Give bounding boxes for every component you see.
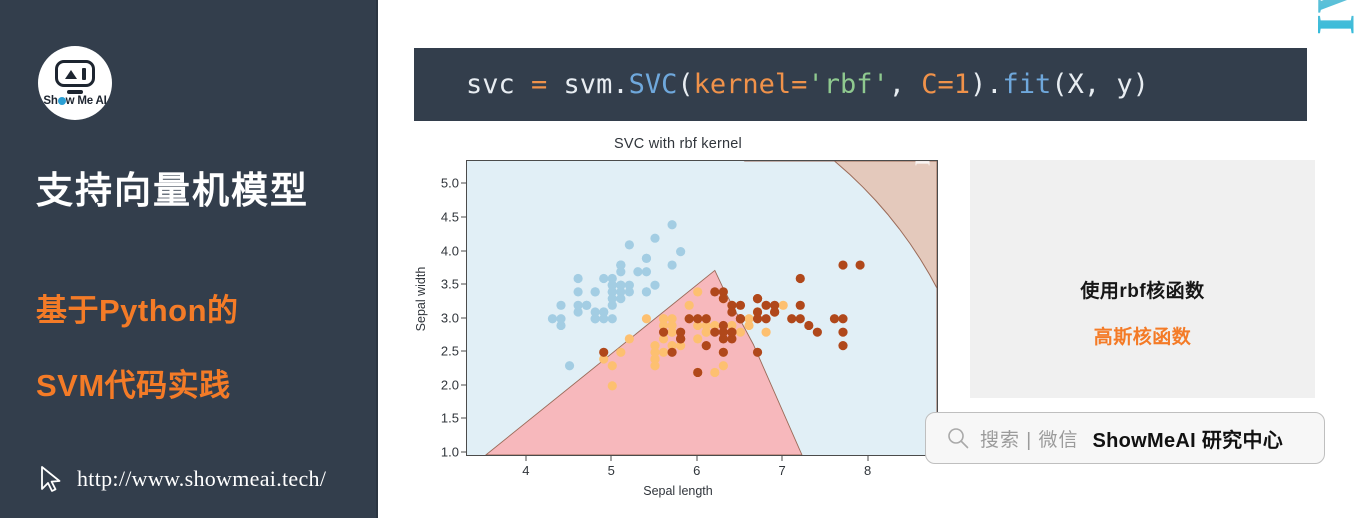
svc-chart: SVC with rbf kernel Sepal width Sepal le… — [398, 132, 958, 514]
y-tick-label: 2.5 — [440, 343, 459, 359]
x-tick-mark — [525, 456, 527, 461]
y-tick-mark — [461, 350, 466, 352]
code-token-12: ). — [970, 69, 1003, 100]
website-link[interactable]: http://www.showmeai.tech/ — [38, 464, 326, 494]
wechat-search-bar[interactable]: 搜索 | 微信 ShowMeAI 研究中心 — [925, 412, 1325, 464]
y-tick-label: 3.5 — [440, 276, 459, 292]
x-tick-label: 7 — [778, 463, 786, 478]
x-tick-label: 5 — [607, 463, 615, 478]
logo-wordmark-a: Sh — [43, 95, 58, 107]
y-tick-mark — [461, 250, 466, 252]
code-token-13: fit — [1002, 69, 1052, 100]
logo-wordmark: Sh w Me AI — [38, 95, 112, 107]
sidebar: Sh w Me AI 支持向量机模型 基于Python的 SVM代码实践 http… — [0, 0, 378, 518]
annotation-line-2: 高斯核函数 — [1093, 327, 1192, 348]
search-icon — [948, 428, 969, 449]
caret-up-icon — [64, 69, 77, 79]
chart-x-axis-label: Sepal length — [643, 484, 713, 498]
code-token-14: (X, y) — [1051, 69, 1149, 100]
page-title: 支持向量机模型 — [36, 170, 309, 211]
y-tick-mark — [461, 417, 466, 419]
letter-i-bar-icon — [81, 67, 86, 80]
cursor-pointer-icon — [41, 466, 61, 492]
search-query-text: ShowMeAI 研究中心 — [1092, 429, 1284, 452]
y-tick-mark — [461, 182, 466, 184]
code-token-7: 'rbf' — [807, 69, 889, 100]
main-content: svc = svm.SVC(kernel='rbf', C=1).fit(X, … — [380, 0, 1361, 518]
x-tick-mark — [781, 456, 783, 461]
y-tick-label: 1.5 — [440, 410, 459, 426]
y-tick-label: 3.0 — [440, 310, 459, 326]
website-url-text: http://www.showmeai.tech/ — [77, 466, 327, 491]
y-tick-mark — [461, 317, 466, 319]
y-tick-mark — [461, 451, 466, 453]
code-token-2: svm. — [547, 69, 629, 100]
x-tick-mark — [696, 456, 698, 461]
code-token-9: C — [921, 69, 938, 100]
annotation-line-1: 使用rbf核函数 — [1080, 281, 1205, 302]
y-tick-label: 4.0 — [440, 243, 459, 259]
chart-title: SVC with rbf kernel — [614, 136, 742, 152]
code-token-5: kernel — [693, 69, 792, 100]
y-tick-mark — [461, 283, 466, 285]
x-tick-label: 6 — [693, 463, 701, 478]
y-tick-mark — [461, 384, 466, 386]
subtitle-line-2: SVM代码实践 — [36, 368, 231, 403]
brand-watermark: ShowMeAI — [1305, 0, 1361, 36]
y-tick-label: 4.5 — [440, 209, 459, 225]
logo-o-dot-icon — [57, 97, 66, 105]
showmeai-logo[interactable]: Sh w Me AI — [38, 46, 112, 120]
code-line: svc = svm.SVC(kernel='rbf', C=1).fit(X, … — [466, 69, 1149, 100]
code-token-10: = — [937, 69, 954, 100]
x-tick-mark — [610, 456, 612, 461]
x-tick-label: 8 — [864, 463, 872, 478]
code-token-6: = — [791, 69, 808, 100]
code-token-1: = — [531, 69, 548, 100]
monitor-stand-icon — [67, 90, 83, 94]
annotation-panel: 使用rbf核函数 高斯核函数 — [970, 160, 1315, 398]
code-token-3: SVC — [628, 69, 678, 100]
search-placeholder-text: 搜索 | 微信 — [980, 429, 1079, 451]
chart-y-axis-label: Sepal width — [414, 266, 428, 332]
y-tick-mark — [461, 216, 466, 218]
code-token-0: svc — [466, 69, 532, 100]
subtitle-line-1: 基于Python的 — [36, 293, 239, 328]
chart-axes: 1.0 1.5 2.0 2.5 3.0 3.5 4.0 4.5 5.0 4 5 6 7 8 — [441, 160, 938, 478]
code-token-8: , — [888, 69, 922, 100]
y-tick-label: 1.0 — [440, 444, 459, 460]
x-tick-label: 4 — [522, 463, 530, 478]
logo-wordmark-b: w Me AI — [65, 95, 107, 107]
slide-root: Sh w Me AI 支持向量机模型 基于Python的 SVM代码实践 http… — [0, 0, 1361, 518]
y-tick-label: 2.0 — [440, 377, 459, 393]
code-snippet-bar: svc = svm.SVC(kernel='rbf', C=1).fit(X, … — [414, 48, 1307, 121]
y-tick-label: 5.0 — [440, 175, 459, 191]
monitor-icon — [55, 60, 95, 87]
code-token-11: 1 — [953, 69, 971, 100]
code-token-4: ( — [677, 69, 694, 100]
x-tick-mark — [867, 456, 869, 461]
